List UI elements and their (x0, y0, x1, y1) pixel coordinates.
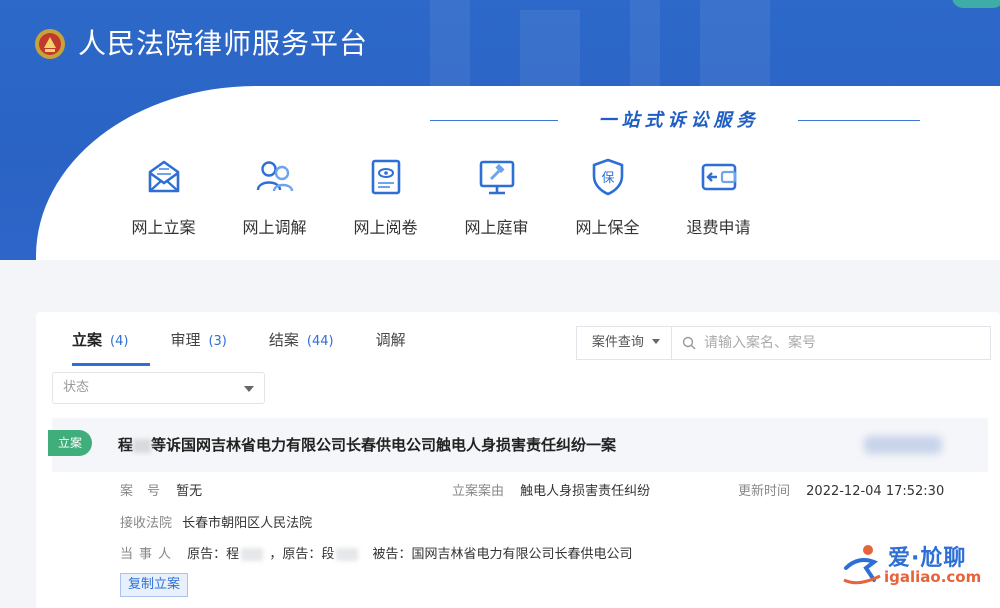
wallet-return-icon (701, 163, 736, 191)
case-search-box[interactable] (671, 326, 991, 360)
service-online-mediation[interactable]: 网上调解 (219, 156, 330, 238)
status-filter-select[interactable]: 状态 (52, 372, 265, 404)
service-label: 网上调解 (242, 218, 307, 237)
service-label: 网上阅卷 (353, 218, 418, 237)
search-icon (682, 336, 696, 350)
tab-label: 审理 (170, 331, 201, 349)
envelope-icon (148, 160, 179, 193)
query-type-value: 案件查询 (591, 335, 644, 350)
court-emblem-icon (35, 29, 65, 59)
slogan-left-line (430, 120, 558, 121)
case-number-label: 案号 (120, 484, 175, 499)
copy-filing-button[interactable]: 复制立案 (120, 573, 188, 597)
redacted-name (133, 438, 152, 453)
case-cause-label: 立案案由 (452, 484, 505, 499)
redacted-name (336, 548, 359, 561)
chevron-down-icon (244, 386, 254, 392)
case-header[interactable]: 立案 程等诉国网吉林省电力有限公司长春供电公司触电人身损害责任纠纷一案 (48, 418, 988, 472)
background-building (520, 10, 580, 90)
updated-time-label: 更新时间 (738, 484, 791, 499)
case-number-row: 案号 暂无 (120, 482, 202, 502)
case-title-rest: 等诉国网吉林省电力有限公司长春供电公司触电人身损害责任纠纷一案 (151, 436, 617, 454)
court-value: 长春市朝阳区人民法院 (182, 516, 313, 531)
parties-row: 当事人 原告：程 ，原告：段 被告：国网吉林省电力有限公司长春供电公司 (120, 545, 632, 565)
status-placeholder: 状态 (63, 380, 90, 395)
court-row: 接收法院 长春市朝阳区人民法院 (120, 514, 312, 534)
tab-count: (44) (306, 334, 334, 349)
parties-label: 当事人 (120, 547, 178, 562)
tab-count: (3) (208, 334, 227, 349)
redacted-name (241, 548, 264, 561)
tab-trial[interactable]: 审理 (3) (170, 312, 226, 366)
users-icon (256, 161, 293, 192)
slogan-banner: 一站式诉讼服务 (430, 108, 920, 134)
slogan-text: 一站式诉讼服务 (598, 110, 760, 131)
query-type-select[interactable]: 案件查询 (576, 326, 672, 360)
watermark-url: igaliao.com (884, 568, 982, 586)
shield-bao-icon: 保 (592, 158, 623, 196)
tab-count: (4) (110, 334, 129, 349)
site-title: 人民法院律师服务平台 (78, 27, 369, 60)
service-menu: 网上立案 网上调解 网上阅卷 网上庭审 保 网上保全 退费申请 (108, 156, 774, 238)
tab-filing[interactable]: 立案 (4) (72, 312, 152, 366)
plaintiff-1: 原告：程 (187, 547, 240, 562)
defendant: 被告：国网吉林省电力有限公司长春供电公司 (372, 547, 633, 562)
service-refund-application[interactable]: 退费申请 (663, 156, 774, 238)
runner-logo-icon (843, 545, 881, 585)
service-online-preservation[interactable]: 保 网上保全 (552, 156, 663, 238)
tab-label: 调解 (375, 331, 406, 349)
corner-button[interactable] (952, 0, 1000, 8)
background-building (700, 0, 770, 88)
status-badge: 立案 (48, 430, 92, 456)
service-label: 网上立案 (131, 218, 196, 237)
tab-closed[interactable]: 结案 (44) (269, 312, 334, 366)
case-cause-value: 触电人身损害责任纠纷 (520, 484, 651, 499)
tab-mediation[interactable]: 调解 (376, 312, 414, 366)
redacted-block (864, 436, 942, 454)
case-number-value: 暂无 (176, 484, 203, 499)
background-building (430, 0, 470, 90)
chevron-down-icon (652, 339, 661, 344)
slogan-right-line (798, 120, 920, 121)
background-building (630, 0, 660, 86)
case-cause-row: 立案案由 触电人身损害责任纠纷 (452, 482, 650, 502)
document-eye-icon (371, 159, 400, 195)
tab-label: 立案 (72, 331, 103, 349)
case-title[interactable]: 程等诉国网吉林省电力有限公司长春供电公司触电人身损害责任纠纷一案 (118, 418, 616, 472)
updated-time-row: 更新时间 2022-12-04 17:52:30 (738, 482, 944, 502)
case-tabs: 立案 (4) 审理 (3) 结案 (44) 调解 (52, 312, 456, 366)
site-watermark: 爱·尬聊 igaliao.com (838, 538, 998, 598)
plaintiff-2: ，原告：段 (269, 547, 335, 562)
monitor-gavel-icon (479, 160, 514, 195)
service-label: 退费申请 (686, 218, 751, 237)
service-online-trial[interactable]: 网上庭审 (441, 156, 552, 238)
court-label: 接收法院 (120, 516, 173, 531)
service-label: 网上庭审 (464, 218, 529, 237)
service-online-filing[interactable]: 网上立案 (108, 156, 219, 238)
service-online-file-review[interactable]: 网上阅卷 (330, 156, 441, 238)
search-input[interactable] (704, 327, 984, 359)
updated-time-value: 2022-12-04 17:52:30 (806, 484, 945, 499)
service-label: 网上保全 (575, 218, 640, 237)
case-title-prefix: 程 (118, 436, 134, 454)
tab-label: 结案 (268, 331, 299, 349)
svg-text:保: 保 (601, 171, 614, 186)
